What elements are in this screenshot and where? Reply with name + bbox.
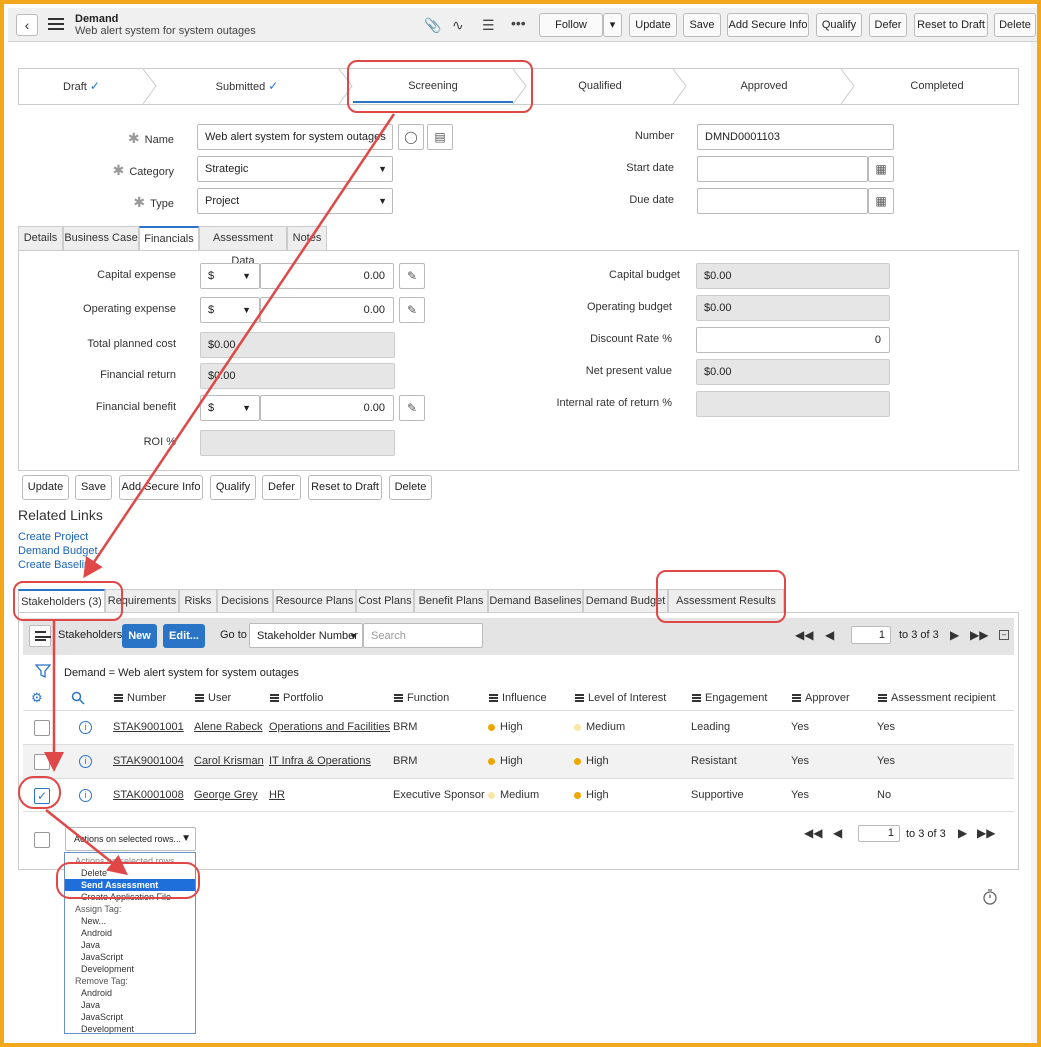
scrollbar[interactable] — [1031, 42, 1037, 1042]
screenshot-frame: ‹ Demand Web alert system for system out… — [0, 0, 1041, 1047]
annotation-arrows — [44, 113, 396, 876]
